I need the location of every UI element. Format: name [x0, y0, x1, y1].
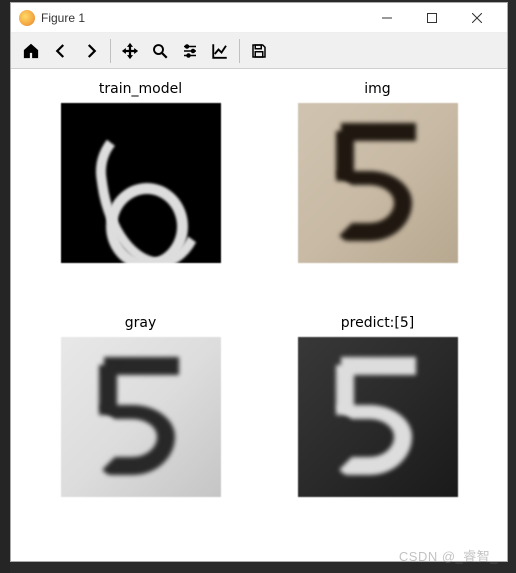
plot-canvas[interactable]: train_model img gray predict:[5] — [11, 69, 507, 561]
pan-button[interactable] — [116, 37, 144, 65]
back-button[interactable] — [47, 37, 75, 65]
home-button[interactable] — [17, 37, 45, 65]
image-img — [298, 103, 458, 263]
subplot-title: gray — [125, 315, 157, 333]
window-controls — [364, 4, 499, 32]
mpl-toolbar — [11, 33, 507, 69]
app-icon — [19, 10, 35, 26]
subplot-img: img — [273, 81, 482, 307]
subplot-title: train_model — [99, 81, 182, 99]
window-title: Figure 1 — [41, 11, 364, 25]
subplot-train-model: train_model — [36, 81, 245, 307]
maximize-button[interactable] — [409, 4, 454, 32]
toolbar-separator — [239, 39, 240, 63]
close-button[interactable] — [454, 4, 499, 32]
subplot-title: img — [364, 81, 390, 99]
subplot-gray: gray — [36, 315, 245, 541]
edit-axes-button[interactable] — [206, 37, 234, 65]
image-gray — [61, 337, 221, 497]
toolbar-separator — [110, 39, 111, 63]
subplot-title: predict:[5] — [341, 315, 414, 333]
background-slice — [0, 0, 10, 573]
zoom-button[interactable] — [146, 37, 174, 65]
image-predict — [298, 337, 458, 497]
minimize-button[interactable] — [364, 4, 409, 32]
configure-button[interactable] — [176, 37, 204, 65]
titlebar[interactable]: Figure 1 — [11, 3, 507, 33]
save-button[interactable] — [245, 37, 273, 65]
figure-window: Figure 1 — [10, 2, 508, 562]
subplot-grid: train_model img gray predict:[5] — [36, 81, 482, 541]
image-train-model — [61, 103, 221, 263]
forward-button[interactable] — [77, 37, 105, 65]
subplot-predict: predict:[5] — [273, 315, 482, 541]
